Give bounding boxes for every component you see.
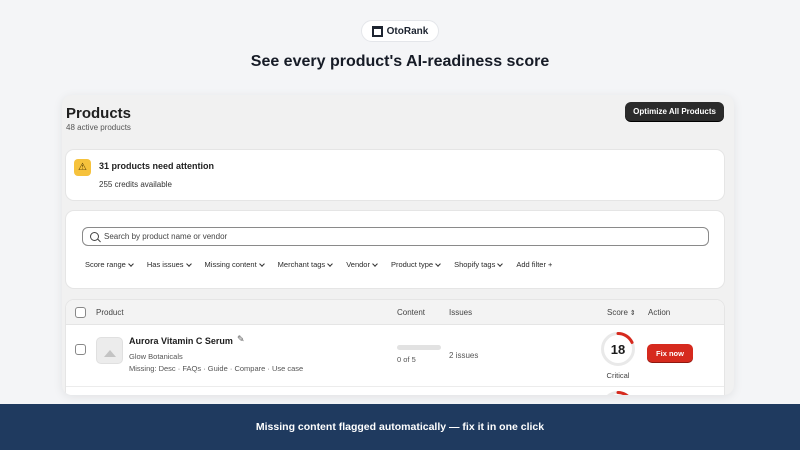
- brand-logo-icon: [371, 25, 383, 37]
- chevron-down-icon: [372, 260, 378, 267]
- filter-missing-content[interactable]: Missing content: [202, 258, 267, 271]
- filter-label: Missing content: [204, 260, 257, 269]
- header-product: Product: [96, 308, 124, 317]
- score-gauge-next-row: [607, 391, 629, 395]
- product-name[interactable]: Aurora Vitamin C Serum: [129, 336, 233, 346]
- chevron-down-icon: [185, 260, 192, 267]
- filter-merchant-tags[interactable]: Merchant tags: [275, 258, 336, 271]
- filter-score-range[interactable]: Score range: [82, 258, 136, 271]
- content-progress-bar: [397, 345, 441, 350]
- row-divider: [66, 386, 724, 387]
- product-image-placeholder-icon: [96, 337, 123, 364]
- search-icon: [90, 232, 99, 241]
- filter-label: Merchant tags: [277, 260, 326, 269]
- filter-label: Vendor: [346, 260, 370, 269]
- filter-label: Add filter +: [516, 260, 553, 269]
- filter-label: Score range: [85, 260, 126, 269]
- sort-icon: ⇕: [629, 310, 636, 317]
- brand-name: OtoRank: [386, 25, 429, 37]
- chevron-down-icon: [128, 260, 134, 267]
- credits-available: 255 credits available: [99, 180, 172, 189]
- select-all-checkbox[interactable]: [75, 307, 86, 318]
- issues-count[interactable]: 2 issues: [449, 351, 478, 360]
- filter-has-issues[interactable]: Has issues: [144, 258, 194, 271]
- gauge-arc: [616, 391, 629, 395]
- products-table: Product Content Issues Score ⇕ Action Aur…: [66, 300, 724, 395]
- filter-label: Product type: [390, 260, 434, 269]
- warning-icon: ⚠: [74, 159, 91, 176]
- filter-vendor[interactable]: Vendor: [343, 258, 380, 271]
- products-count: 48 active products: [66, 123, 131, 132]
- header-action: Action: [648, 308, 671, 317]
- chevron-down-icon: [497, 260, 504, 267]
- brand-pill: OtoRank: [361, 20, 439, 42]
- fix-now-button[interactable]: Fix now: [647, 344, 693, 362]
- search-input[interactable]: Search by product name or vendor: [82, 227, 709, 246]
- products-card: Products 48 active products Optimize All…: [62, 95, 734, 395]
- content-count: 0 of 5: [397, 355, 416, 364]
- score-value: 18: [610, 341, 626, 357]
- optimize-all-button[interactable]: Optimize All Products: [625, 102, 724, 121]
- filters-panel: Search by product name or vendor Score r…: [66, 211, 724, 288]
- add-filter-button[interactable]: Add filter +: [513, 258, 555, 271]
- filter-label: Shopify tags: [454, 260, 496, 269]
- attention-title: 31 products need attention: [99, 161, 215, 171]
- products-title: Products: [66, 105, 132, 122]
- header-score[interactable]: Score ⇕: [607, 308, 636, 317]
- chevron-down-icon: [258, 260, 265, 267]
- attention-banner: ⚠ 31 products need attention 255 credits…: [66, 150, 724, 200]
- header-content: Content: [397, 308, 426, 317]
- caption-banner: Missing content flagged automatically — …: [0, 404, 800, 450]
- chevron-down-icon: [327, 260, 334, 267]
- product-vendor: Glow Botanicals: [129, 352, 183, 361]
- header-score-label: Score: [607, 308, 628, 317]
- score-status: Critical: [606, 371, 630, 380]
- header-issues: Issues: [449, 308, 473, 317]
- chevron-down-icon: [435, 260, 441, 267]
- filter-label: Has issues: [146, 260, 184, 269]
- edit-pencil-icon[interactable]: ✎: [237, 334, 245, 345]
- page-headline: See every product's AI-readiness score: [250, 53, 550, 70]
- filter-chips: Score range Has issues Missing content M…: [82, 258, 555, 271]
- missing-content-list: Missing: Desc · FAQs · Guide · Compare ·…: [129, 364, 304, 373]
- search-placeholder: Search by product name or vendor: [104, 232, 228, 241]
- filter-product-type[interactable]: Product type: [388, 258, 443, 271]
- filter-shopify-tags[interactable]: Shopify tags: [451, 258, 505, 271]
- row-checkbox[interactable]: [75, 344, 86, 355]
- image-icon: [103, 350, 116, 357]
- table-header: Product Content Issues Score ⇕ Action: [66, 300, 724, 325]
